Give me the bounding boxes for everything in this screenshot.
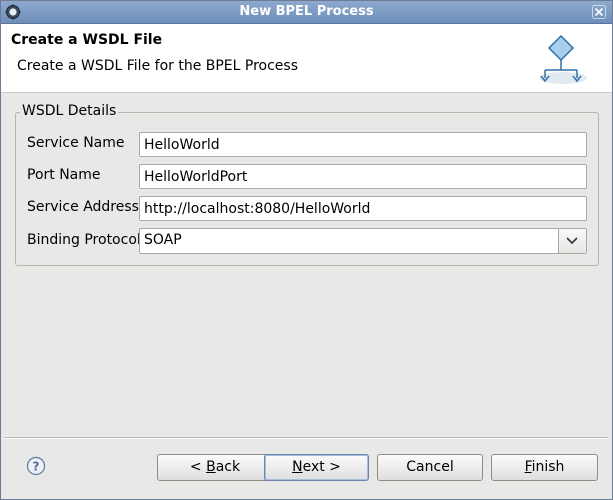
- next-rest: ext >: [302, 459, 341, 475]
- page-title: Create a WSDL File: [11, 32, 163, 48]
- back-mnemonic: B: [206, 459, 216, 475]
- footer-separator: [5, 437, 608, 439]
- dropdown-button[interactable]: [558, 229, 586, 253]
- group-legend: WSDL Details: [20, 103, 119, 119]
- back-rest: ack: [215, 459, 241, 475]
- cancel-button[interactable]: Cancel: [377, 454, 483, 481]
- binding-protocol-select[interactable]: SOAP: [139, 228, 587, 254]
- service-address-label: Service Address: [27, 199, 139, 215]
- title-bar[interactable]: New BPEL Process: [1, 1, 612, 24]
- page-description: Create a WSDL File for the BPEL Process: [17, 58, 299, 74]
- binding-protocol-value: SOAP: [144, 232, 182, 248]
- chevron-down-icon: [566, 237, 578, 245]
- dialog-window: New BPEL Process Create a WSDL File Crea…: [0, 0, 613, 500]
- window-title: New BPEL Process: [239, 4, 374, 19]
- port-name-input[interactable]: [139, 164, 587, 189]
- back-lead: <: [189, 459, 207, 475]
- service-name-label: Service Name: [27, 135, 125, 151]
- bpel-process-diagram-icon: [539, 34, 587, 84]
- svg-text:?: ?: [33, 460, 40, 474]
- back-button[interactable]: < Back: [157, 454, 273, 481]
- next-mnemonic: N: [292, 459, 303, 475]
- wizard-header: Create a WSDL File Create a WSDL File fo…: [1, 24, 612, 93]
- close-icon[interactable]: [592, 5, 606, 19]
- finish-rest: inish: [531, 459, 565, 475]
- service-name-input[interactable]: [139, 132, 587, 157]
- port-name-label: Port Name: [27, 167, 101, 183]
- service-address-input[interactable]: [139, 196, 587, 221]
- binding-protocol-label: Binding Protocol: [27, 232, 141, 248]
- finish-button[interactable]: Finish: [491, 454, 598, 481]
- finish-mnemonic: F: [524, 459, 532, 475]
- help-icon[interactable]: ?: [26, 456, 46, 476]
- next-button[interactable]: Next >: [264, 454, 369, 481]
